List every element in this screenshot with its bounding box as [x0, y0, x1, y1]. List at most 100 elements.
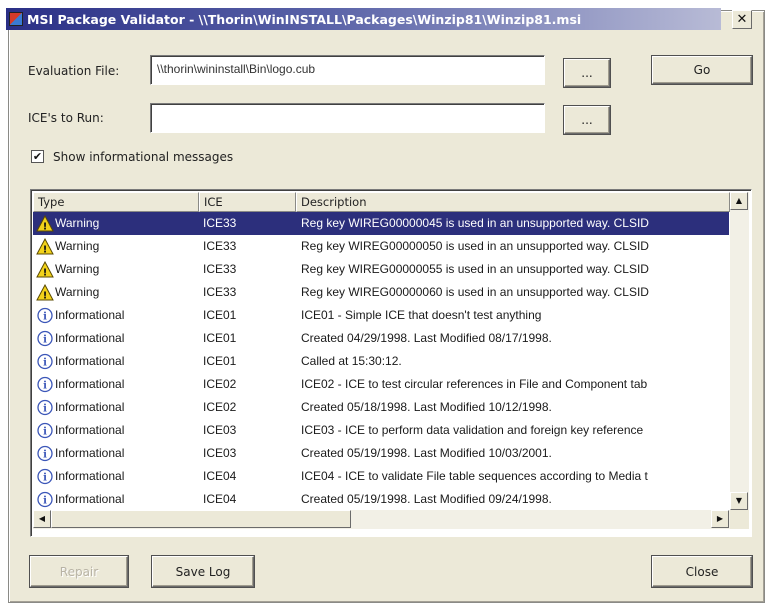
- cell-description: Reg key WIREG00000055 is used in an unsu…: [301, 262, 649, 276]
- type-label: Informational: [55, 331, 125, 345]
- cell-description: Reg key WIREG00000045 is used in an unsu…: [301, 216, 649, 230]
- cell-type: i Informational: [33, 350, 198, 373]
- cell-ice: ICE33: [203, 239, 237, 253]
- type-label: Informational: [55, 354, 125, 368]
- ices-to-run-input[interactable]: [150, 103, 545, 133]
- type-label: Informational: [55, 492, 125, 506]
- list-row[interactable]: i Informational ICE03 Created 05/19/1998. L…: [33, 442, 729, 465]
- cell-description: Created 04/29/1998. Last Modified 08/17/…: [301, 331, 552, 345]
- browse-ices-button[interactable]: ...: [564, 106, 610, 134]
- scroll-up-arrow-icon[interactable]: ▲: [730, 192, 748, 210]
- warning-icon: !: [36, 284, 54, 301]
- browse-evaluation-button[interactable]: ...: [564, 59, 610, 87]
- list-row[interactable]: i Informational ICE02 Created 05/18/1998. L…: [33, 396, 729, 419]
- svg-text:!: !: [43, 291, 48, 302]
- type-label: Informational: [55, 469, 125, 483]
- cell-type: i Informational: [33, 488, 198, 510]
- cell-description: Created 05/18/1998. Last Modified 10/12/…: [301, 400, 552, 414]
- cell-ice: ICE02: [203, 400, 237, 414]
- cell-description: Reg key WIREG00000060 is used in an unsu…: [301, 285, 649, 299]
- cell-description: Called at 15:30:12.: [301, 354, 402, 368]
- evaluation-file-label: Evaluation File:: [28, 64, 120, 78]
- cell-ice: ICE33: [203, 216, 237, 230]
- list-row[interactable]: ! Warning ICE33 Reg key WIREG00000055 is us…: [33, 258, 729, 281]
- info-icon: i: [37, 445, 53, 462]
- info-icon: i: [37, 468, 53, 485]
- results-list[interactable]: Type ICE Description ! Warning ICE33 Reg ke…: [30, 189, 752, 537]
- scroll-corner: [730, 510, 749, 529]
- cell-type: i Informational: [33, 442, 198, 465]
- horizontal-scrollbar[interactable]: ◀ ▶: [33, 510, 730, 529]
- cell-ice: ICE33: [203, 262, 237, 276]
- cell-type: ! Warning: [33, 258, 198, 281]
- cell-ice: ICE01: [203, 331, 237, 345]
- cell-type: i Informational: [33, 373, 198, 396]
- info-icon: i: [37, 353, 53, 370]
- info-icon: i: [37, 376, 53, 393]
- cell-ice: ICE02: [203, 377, 237, 391]
- info-icon: i: [37, 491, 53, 508]
- close-button[interactable]: Close: [652, 556, 752, 587]
- svg-text:i: i: [43, 473, 47, 484]
- window-title: MSI Package Validator - \\Thorin\WinINST…: [27, 11, 582, 27]
- info-icon: i: [37, 307, 53, 324]
- svg-text:!: !: [43, 222, 48, 233]
- evaluation-file-input[interactable]: \\thorin\wininstall\Bin\logo.cub: [150, 55, 545, 85]
- close-window-button[interactable]: ✕: [732, 10, 752, 29]
- warning-icon: !: [36, 238, 54, 255]
- list-row[interactable]: ! Warning ICE33 Reg key WIREG00000045 is us…: [33, 212, 729, 235]
- list-row[interactable]: i Informational ICE04 ICE04 - ICE to valida…: [33, 465, 729, 488]
- type-label: Informational: [55, 400, 125, 414]
- type-label: Warning: [55, 239, 100, 253]
- cell-description: ICE01 - Simple ICE that doesn't test any…: [301, 308, 542, 322]
- ices-to-run-label: ICE's to Run:: [28, 111, 104, 125]
- list-row[interactable]: ! Warning ICE33 Reg key WIREG00000060 is us…: [33, 281, 729, 304]
- cell-description: Created 05/19/1998. Last Modified 10/03/…: [301, 446, 552, 460]
- warning-icon: !: [36, 261, 54, 278]
- list-row[interactable]: i Informational ICE01 Created 04/29/1998. L…: [33, 327, 729, 350]
- list-row[interactable]: i Informational ICE03 ICE03 - ICE to perfor…: [33, 419, 729, 442]
- app-icon: [9, 12, 23, 26]
- go-button[interactable]: Go: [652, 56, 752, 84]
- type-label: Informational: [55, 377, 125, 391]
- type-label: Warning: [55, 285, 100, 299]
- column-header-type[interactable]: Type: [33, 192, 199, 212]
- info-icon: i: [37, 422, 53, 439]
- cell-type: i Informational: [33, 304, 198, 327]
- vertical-scrollbar[interactable]: ▲ ▼: [730, 192, 749, 511]
- svg-text:i: i: [43, 496, 47, 507]
- column-header-ice[interactable]: ICE: [199, 192, 296, 212]
- scroll-right-arrow-icon[interactable]: ▶: [711, 510, 729, 528]
- svg-text:i: i: [43, 335, 47, 346]
- cell-type: i Informational: [33, 465, 198, 488]
- cell-ice: ICE04: [203, 492, 237, 506]
- cell-ice: ICE01: [203, 354, 237, 368]
- type-label: Warning: [55, 262, 100, 276]
- cell-type: ! Warning: [33, 212, 198, 235]
- horizontal-scroll-thumb[interactable]: [51, 510, 351, 528]
- list-row[interactable]: i Informational ICE01 Called at 15:30:12.: [33, 350, 729, 373]
- svg-text:i: i: [43, 312, 47, 323]
- scroll-left-arrow-icon[interactable]: ◀: [33, 510, 51, 528]
- column-header-description[interactable]: Description: [296, 192, 730, 212]
- cell-ice: ICE04: [203, 469, 237, 483]
- cell-type: ! Warning: [33, 281, 198, 304]
- show-informational-label[interactable]: Show informational messages: [53, 150, 233, 164]
- list-row[interactable]: i Informational ICE01 ICE01 - Simple ICE th…: [33, 304, 729, 327]
- info-icon: i: [37, 330, 53, 347]
- list-header: Type ICE Description: [33, 192, 730, 212]
- cell-description: ICE02 - ICE to test circular references …: [301, 377, 648, 391]
- list-row[interactable]: i Informational ICE02 ICE02 - ICE to test c…: [33, 373, 729, 396]
- save-log-button[interactable]: Save Log: [152, 556, 254, 587]
- svg-text:!: !: [43, 268, 48, 279]
- scroll-down-arrow-icon[interactable]: ▼: [730, 492, 748, 510]
- svg-text:i: i: [43, 450, 47, 461]
- list-row[interactable]: ! Warning ICE33 Reg key WIREG00000050 is us…: [33, 235, 729, 258]
- repair-button[interactable]: Repair: [30, 556, 128, 587]
- show-informational-checkbox[interactable]: ✔: [31, 150, 44, 163]
- type-label: Informational: [55, 446, 125, 460]
- cell-type: i Informational: [33, 396, 198, 419]
- list-row[interactable]: i Informational ICE04 Created 05/19/1998. L…: [33, 488, 729, 510]
- title-bar[interactable]: MSI Package Validator - \\Thorin\WinINST…: [6, 8, 721, 30]
- cell-ice: ICE01: [203, 308, 237, 322]
